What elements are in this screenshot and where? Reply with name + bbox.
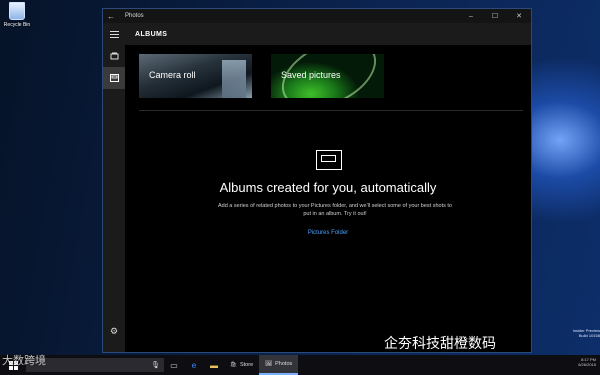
taskbar-app-photos[interactable]: 🖼 Photos [259, 355, 299, 375]
window-title: Photos [125, 13, 144, 19]
taskbar-app-store[interactable]: 🛍 Store [224, 355, 259, 375]
title-bar: ← Photos – ☐ ✕ [103, 9, 531, 23]
build-watermark: Insider Preview Build 10158 [548, 328, 600, 338]
watermark-left: 大数跨境 [2, 355, 46, 367]
hamburger-icon[interactable] [103, 23, 125, 45]
albums-icon-svg [109, 74, 119, 82]
collection-icon[interactable] [103, 45, 125, 67]
empty-state-description: Add a series of related photos to your P… [217, 203, 452, 217]
minimize-button[interactable]: – [459, 13, 483, 20]
page-header: ALBUMS [125, 23, 531, 45]
album-tile-label: Camera roll [149, 70, 196, 80]
albums-icon[interactable] [103, 67, 125, 89]
collection-icon-svg [110, 52, 118, 60]
hamburger-icon-svg [109, 30, 119, 38]
build-line: Build 10158 [578, 333, 600, 338]
page-title: ALBUMS [135, 30, 168, 38]
clock-date: 6/26/2015 [578, 362, 596, 367]
pictures-folder-link[interactable]: Pictures Folder [125, 230, 531, 236]
album-placeholder-icon-inner [321, 155, 336, 162]
back-button[interactable]: ← [103, 12, 119, 21]
photos-icon: 🖼 [265, 361, 273, 367]
system-tray[interactable]: 8:17 PM 6/26/2015 [504, 357, 596, 373]
watermark-right: 企夯科技甜橙数码 [384, 336, 496, 352]
edge-icon[interactable]: e [184, 361, 204, 370]
album-tile-label: Saved pictures [281, 70, 341, 80]
album-placeholder-icon [316, 150, 342, 170]
store-icon: 🛍 [230, 362, 237, 368]
nav-rail: ⚙ [103, 23, 125, 352]
taskbar-app-label: Photos [275, 361, 293, 367]
recycle-bin-label: Recycle Bin [3, 22, 31, 28]
taskbar-app-label: Store [239, 362, 254, 368]
microphone-icon[interactable]: 🎙 [151, 361, 160, 369]
search-box[interactable]: 🎙 [26, 358, 164, 372]
file-explorer-icon[interactable]: ▬ [204, 361, 224, 370]
recycle-bin[interactable]: Recycle Bin [2, 2, 32, 28]
task-view-icon[interactable]: ▭ [164, 361, 184, 370]
empty-state-headline: Albums created for you, automatically [219, 180, 437, 195]
tile-thumbnail [222, 60, 246, 98]
close-button[interactable]: ✕ [507, 12, 531, 20]
photos-window: ← Photos – ☐ ✕ ⚙ ALBUMS Camera roll Save… [102, 8, 532, 353]
settings-gear-icon[interactable]: ⚙ [103, 320, 125, 342]
recycle-bin-icon [9, 2, 25, 20]
taskbar: 🎙 ▭ e ▬ 🛍 Store 🖼 Photos 8:17 PM 6/26/20… [0, 355, 600, 375]
maximize-button[interactable]: ☐ [483, 12, 507, 20]
album-tile-camera-roll[interactable]: Camera roll [139, 54, 252, 98]
divider [139, 110, 523, 111]
album-tile-saved-pictures[interactable]: Saved pictures [271, 54, 384, 98]
